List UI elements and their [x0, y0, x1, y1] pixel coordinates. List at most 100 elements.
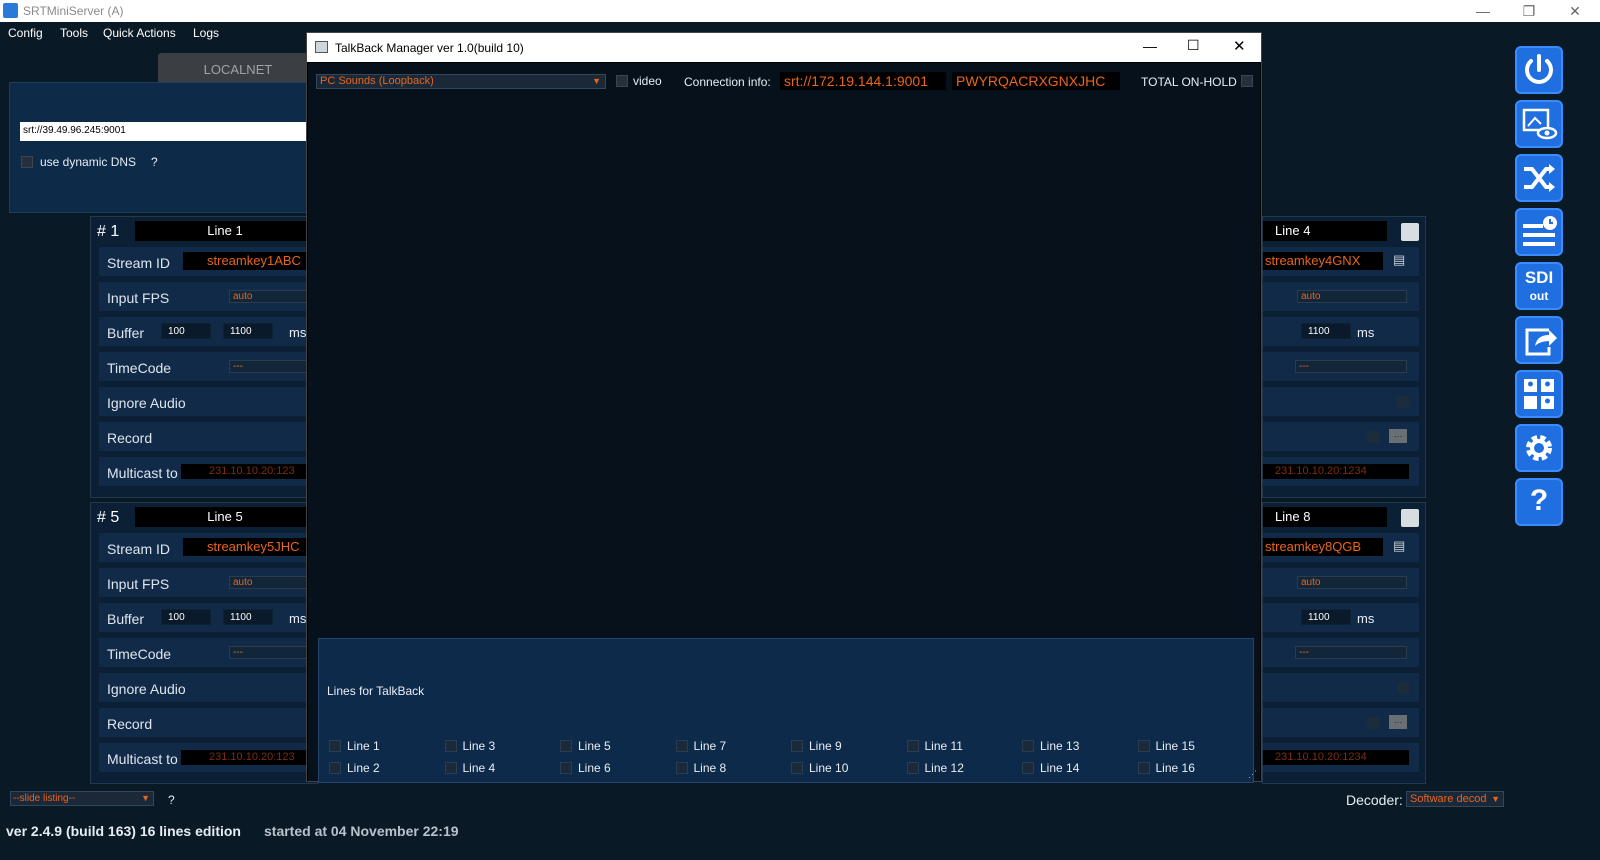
talkback-line-checkbox[interactable] [1137, 740, 1150, 752]
buffer-max-spinner[interactable]: 1100 [1301, 609, 1351, 625]
line-enable-checkbox[interactable] [1401, 223, 1419, 241]
minimize-button[interactable]: — [1460, 0, 1506, 22]
stream-id-label: Stream ID [107, 541, 171, 557]
input-fps-select[interactable]: auto [1297, 290, 1407, 303]
record-row: Record [99, 708, 317, 737]
line-name[interactable]: Line 1 [135, 221, 315, 241]
srt-url-input[interactable]: srt://39.49.96.245:9001 [20, 122, 310, 141]
gear-icon [1526, 435, 1552, 461]
copy-icon[interactable]: ▤ [1393, 538, 1405, 554]
share-button[interactable] [1515, 316, 1563, 364]
preview-button[interactable] [1515, 100, 1563, 148]
copy-icon[interactable]: ▤ [1393, 252, 1405, 268]
talkback-line-checkbox[interactable] [560, 762, 572, 774]
record-browse-button[interactable]: … [1389, 715, 1407, 729]
talkback-close-button[interactable]: ✕ [1233, 37, 1246, 55]
connection-key[interactable]: PWYRQACRXGNXJHC [952, 72, 1120, 90]
talkback-line-checkbox[interactable] [329, 762, 341, 774]
talkback-line-checkbox[interactable] [444, 762, 457, 774]
power-button[interactable] [1515, 46, 1563, 94]
line-enable-checkbox[interactable] [1401, 509, 1419, 527]
buffer-unit: ms [1357, 325, 1375, 340]
video-checkbox[interactable] [616, 75, 628, 87]
multicast-value[interactable]: 231.10.10.20:1234 [1263, 750, 1409, 765]
tab-localnet[interactable]: LOCALNET [158, 53, 318, 82]
buffer-min-spinner[interactable]: 100 [161, 323, 211, 339]
menu-config[interactable]: Config [8, 26, 43, 40]
shuffle-icon [1524, 164, 1555, 192]
multicast-value[interactable]: 231.10.10.20:123 [181, 464, 317, 479]
users-button[interactable] [1515, 370, 1563, 418]
timecode-row: --- [1263, 638, 1419, 667]
close-button[interactable]: ✕ [1552, 0, 1598, 22]
slide-listing-select[interactable]: --slide listing-- ▼ [10, 791, 154, 806]
talkback-line-checkbox[interactable] [675, 762, 688, 774]
sdi-out-button[interactable]: SDI out [1515, 262, 1563, 310]
schedule-button[interactable] [1515, 208, 1563, 256]
talkback-line-checkbox[interactable] [1022, 740, 1034, 752]
talkback-line-checkbox[interactable] [675, 740, 688, 752]
talkback-line-checkbox[interactable] [560, 740, 572, 752]
stream-id-value[interactable]: streamkey5JHC [183, 538, 317, 556]
input-fps-select[interactable]: auto [229, 290, 317, 303]
talkback-line-checkbox[interactable] [906, 740, 919, 752]
record-label: Record [107, 716, 153, 732]
timecode-select[interactable]: --- [1295, 646, 1407, 659]
total-onhold-checkbox[interactable] [1241, 75, 1253, 87]
line-name[interactable]: Line 5 [135, 507, 315, 527]
multicast-value[interactable]: 231.10.10.20:123 [181, 750, 317, 765]
timecode-label: TimeCode [107, 646, 172, 662]
talkback-line-checkbox[interactable] [329, 740, 341, 752]
resize-grip-icon[interactable]: ⋰ [1248, 769, 1257, 780]
multicast-value[interactable]: 231.10.10.20:1234 [1263, 464, 1409, 479]
stream-id-value[interactable]: streamkey1ABC [183, 252, 317, 270]
buffer-max-spinner[interactable]: 1100 [223, 323, 273, 339]
shuffle-button[interactable] [1515, 154, 1563, 202]
stream-id-label: Stream ID [107, 255, 171, 271]
talkback-minimize-button[interactable]: — [1143, 38, 1157, 54]
record-toggle[interactable] [1367, 431, 1379, 443]
record-browse-button[interactable]: … [1389, 429, 1407, 443]
slide-help-icon[interactable]: ? [168, 793, 175, 807]
ignore-audio-toggle[interactable] [1397, 396, 1409, 408]
stream-id-value[interactable]: streamkey4GNX [1263, 252, 1383, 270]
record-toggle[interactable] [1367, 717, 1379, 729]
buffer-max-spinner[interactable]: 1100 [1301, 323, 1351, 339]
audio-source-select[interactable]: PC Sounds (Loopback) ▼ [316, 74, 606, 89]
ignore-audio-toggle[interactable] [1397, 682, 1409, 694]
stream-id-row: streamkey4GNX ▤ [1263, 247, 1419, 276]
timecode-select[interactable]: --- [229, 646, 317, 659]
settings-button[interactable] [1515, 424, 1563, 472]
decoder-select[interactable]: Software decod ▼ [1406, 791, 1504, 807]
power-icon [1525, 54, 1553, 84]
talkback-line-checkbox[interactable] [444, 740, 457, 752]
talkback-line-checkbox[interactable] [791, 740, 803, 752]
dynamic-dns-checkbox[interactable] [21, 156, 33, 168]
buffer-min-spinner[interactable]: 100 [161, 609, 211, 625]
timecode-select[interactable]: --- [229, 360, 317, 373]
menu-quick-actions[interactable]: Quick Actions [103, 26, 176, 40]
talkback-line-checkbox[interactable] [906, 762, 919, 774]
talkback-maximize-button[interactable]: ☐ [1187, 37, 1200, 54]
line-name[interactable]: Line 8 [1263, 507, 1387, 527]
timecode-row: TimeCode --- [99, 638, 317, 667]
talkback-line-checkbox[interactable] [1137, 762, 1150, 774]
connection-url[interactable]: srt://172.19.144.1:9001 [780, 72, 946, 90]
talkback-line-checkbox[interactable] [1022, 762, 1034, 774]
input-fps-select[interactable]: auto [229, 576, 317, 589]
input-fps-row: auto [1263, 568, 1419, 597]
talkback-line-checkbox[interactable] [791, 762, 803, 774]
menu-tools[interactable]: Tools [60, 26, 88, 40]
multicast-row: Multicast to 231.10.10.20:123 [99, 743, 317, 772]
buffer-max-spinner[interactable]: 1100 [223, 609, 273, 625]
dns-help-icon[interactable]: ? [151, 155, 158, 169]
input-fps-select[interactable]: auto [1297, 576, 1407, 589]
restore-button[interactable]: ❐ [1506, 0, 1552, 22]
stream-id-value[interactable]: streamkey8QGB [1263, 538, 1383, 556]
help-button[interactable]: ? [1515, 478, 1563, 526]
menu-logs[interactable]: Logs [193, 26, 219, 40]
app-icon [3, 3, 18, 18]
talkback-line-label: Line 13 [1040, 739, 1080, 753]
timecode-select[interactable]: --- [1295, 360, 1407, 373]
line-name[interactable]: Line 4 [1263, 221, 1387, 241]
